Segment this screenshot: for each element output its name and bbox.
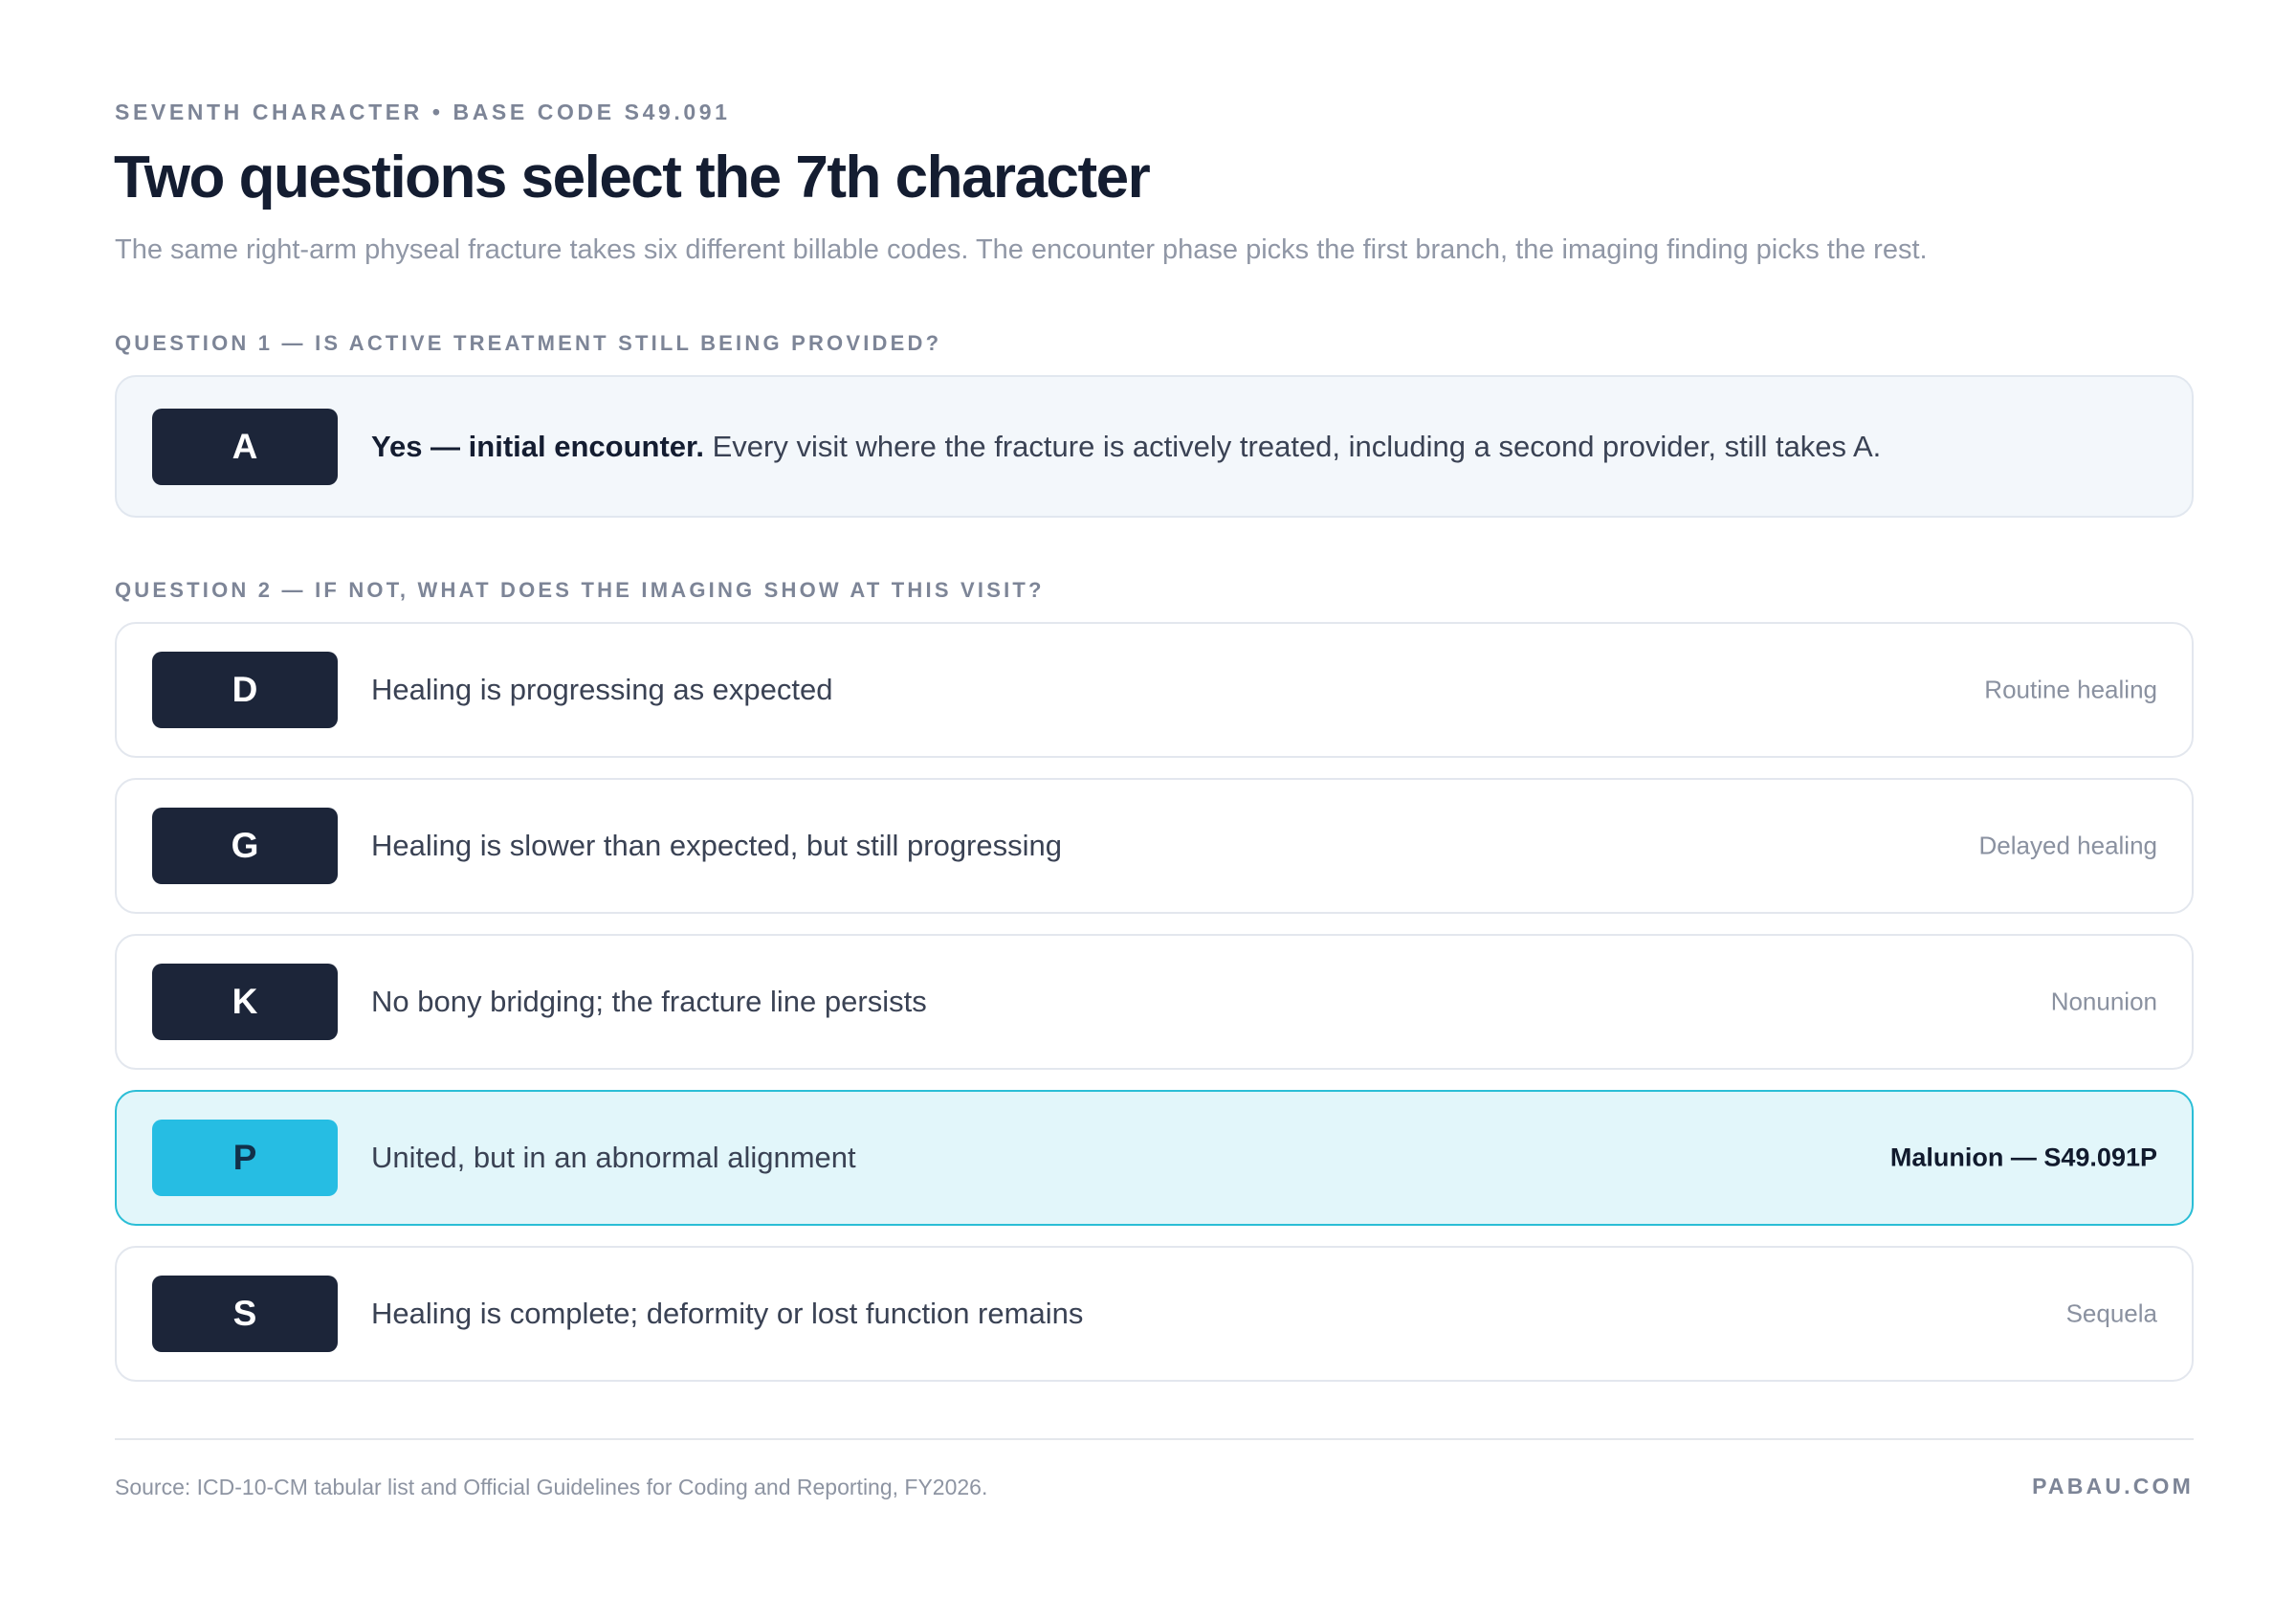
outcome-label-k: Nonunion (2050, 987, 2157, 1016)
option-description-d: Healing is progressing as expected (371, 673, 833, 706)
option-description-p: United, but in an abnormal alignment (371, 1141, 856, 1174)
code-badge-d: D (152, 652, 338, 728)
outcome-label-p: Malunion — S49.091P (1889, 1143, 2157, 1172)
option-row-s: S Healing is complete; deformity or lost… (115, 1246, 2194, 1382)
option-lead-a: Yes — initial encounter. (371, 429, 704, 463)
option-row-p-highlighted: P United, but in an abnormal alignment M… (115, 1090, 2194, 1226)
option-description-a: Yes — initial encounter. Every visit whe… (371, 430, 1881, 464)
source-note: Source: ICD-10-CM tabular list and Offic… (115, 1475, 988, 1499)
outcome-label-s: Sequela (2065, 1298, 2157, 1328)
option-row-a: A Yes — initial encounter. Every visit w… (115, 375, 2194, 518)
option-description-g: Healing is slower than expected, but sti… (371, 829, 1062, 862)
question-2-label: QUESTION 2 — IF NOT, WHAT DOES THE IMAGI… (115, 578, 1045, 602)
code-badge-p: P (152, 1120, 338, 1196)
code-badge-g: G (152, 808, 338, 884)
option-description-s: Healing is complete; deformity or lost f… (371, 1297, 1084, 1330)
outcome-label-d: Routine healing (1984, 675, 2157, 704)
brand-logo-text: PABAU.COM (2032, 1474, 2194, 1498)
question-1-label: QUESTION 1 — IS ACTIVE TREATMENT STILL B… (115, 331, 942, 355)
page: SEVENTH CHARACTER • BASE CODE S49.091 Tw… (0, 0, 2296, 1598)
option-text-a: Every visit where the fracture is active… (704, 429, 1882, 463)
footer-divider (115, 1438, 2194, 1440)
page-subtitle: The same right-arm physeal fracture take… (115, 234, 1928, 265)
page-title: Two questions select the 7th character (114, 144, 1151, 211)
eyebrow: SEVENTH CHARACTER • BASE CODE S49.091 (115, 100, 731, 124)
option-row-d: D Healing is progressing as expected Rou… (115, 622, 2194, 758)
option-row-g: G Healing is slower than expected, but s… (115, 778, 2194, 914)
code-badge-s: S (152, 1276, 338, 1352)
option-description-k: No bony bridging; the fracture line pers… (371, 985, 927, 1018)
outcome-label-g: Delayed healing (1978, 831, 2157, 860)
option-row-k: K No bony bridging; the fracture line pe… (115, 934, 2194, 1070)
code-badge-a: A (152, 408, 338, 485)
code-badge-k: K (152, 964, 338, 1040)
